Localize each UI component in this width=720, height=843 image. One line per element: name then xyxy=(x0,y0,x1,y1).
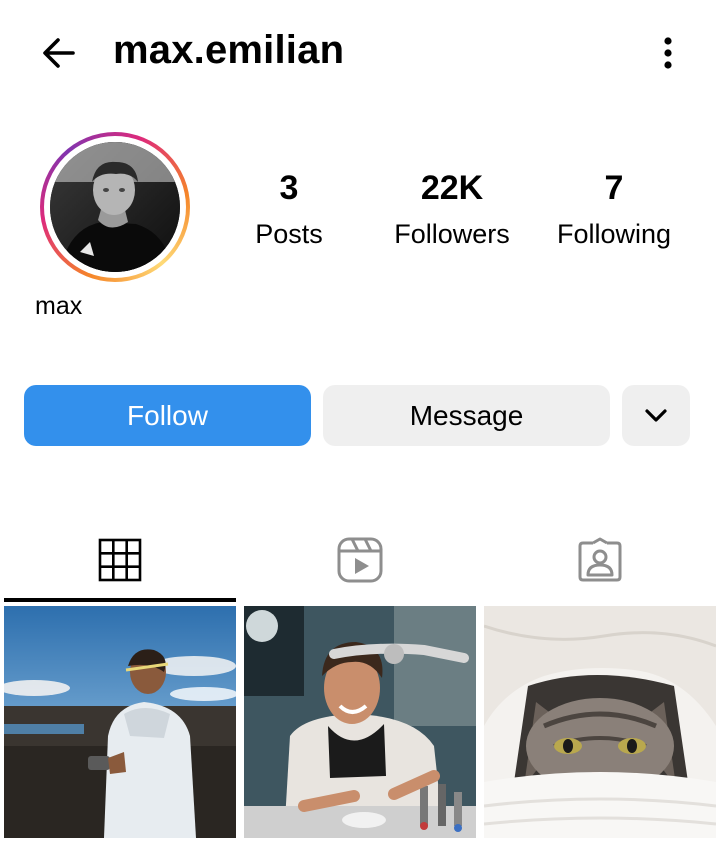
profile-username: max.emilian xyxy=(113,28,345,72)
stat-following[interactable]: 7 Following xyxy=(548,168,680,252)
back-button[interactable] xyxy=(36,30,82,76)
profile-header: max.emilian xyxy=(0,0,720,105)
reels-icon xyxy=(337,537,383,583)
stat-following-label: Following xyxy=(556,219,672,249)
post-image xyxy=(484,606,716,838)
more-options-button[interactable] xyxy=(650,32,686,74)
post-thumbnail[interactable] xyxy=(244,606,476,838)
stat-followers-count: 22K xyxy=(420,169,484,207)
profile-tabs xyxy=(0,520,720,604)
post-thumbnail[interactable] xyxy=(4,606,236,838)
grid-icon xyxy=(98,538,142,582)
post-image xyxy=(244,606,476,838)
more-vertical-icon xyxy=(664,37,672,69)
profile-display-name: max xyxy=(35,292,83,320)
profile-photo xyxy=(50,142,180,272)
stat-posts-label: Posts xyxy=(255,219,323,249)
stat-following-count: 7 xyxy=(604,169,624,207)
follow-button[interactable]: Follow xyxy=(24,385,311,446)
tab-posts-grid[interactable] xyxy=(4,520,236,600)
stat-posts-count: 3 xyxy=(279,169,299,207)
stat-posts[interactable]: 3 Posts xyxy=(239,168,339,252)
active-tab-indicator xyxy=(4,598,236,602)
avatar[interactable] xyxy=(40,132,190,282)
post-image xyxy=(4,606,236,838)
post-thumbnail[interactable] xyxy=(484,606,716,838)
tab-tagged[interactable] xyxy=(484,520,716,600)
stat-followers-label: Followers xyxy=(394,219,510,249)
message-button[interactable]: Message xyxy=(323,385,610,446)
suggested-accounts-button[interactable] xyxy=(622,385,690,446)
stat-followers[interactable]: 22K Followers xyxy=(382,168,522,252)
chevron-down-icon xyxy=(645,408,667,422)
arrow-left-icon xyxy=(43,38,75,68)
tagged-icon xyxy=(578,537,622,582)
tab-reels[interactable] xyxy=(244,520,476,600)
